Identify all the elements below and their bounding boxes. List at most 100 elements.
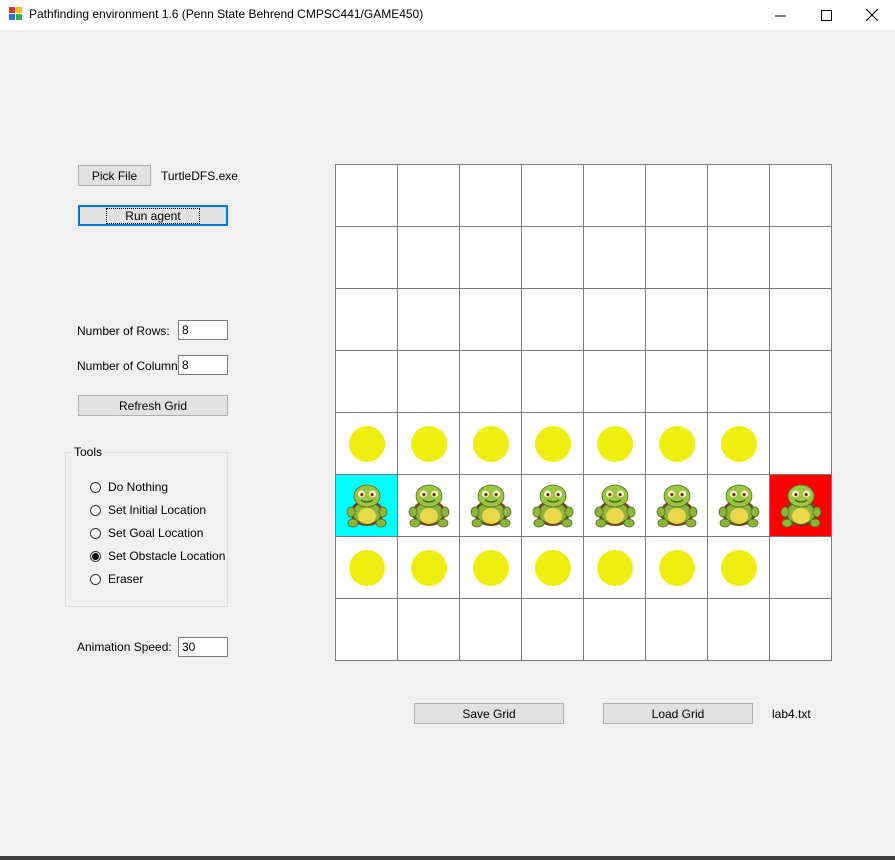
animation-speed-label: Animation Speed:: [77, 640, 172, 654]
turtle-icon: [656, 484, 697, 527]
grid-cell-path[interactable]: [707, 474, 770, 537]
obstacle-ball-icon: [658, 549, 695, 586]
tool-option-set-initial-location[interactable]: Set Initial Location: [90, 502, 206, 518]
grid-cell-obstacle[interactable]: [521, 412, 584, 475]
grid-cell[interactable]: [459, 226, 522, 289]
save-grid-button[interactable]: Save Grid: [414, 703, 564, 724]
grid-cell-goal[interactable]: [769, 474, 832, 537]
radio-button-icon[interactable]: [90, 573, 101, 585]
grid-cell[interactable]: [521, 350, 584, 413]
grid-cell[interactable]: [583, 350, 646, 413]
grid-cell-start[interactable]: [335, 474, 398, 537]
refresh-grid-button[interactable]: Refresh Grid: [78, 395, 228, 416]
grid-cell-obstacle[interactable]: [335, 536, 398, 599]
grid-cell-path[interactable]: [397, 474, 460, 537]
grid-cell-path[interactable]: [583, 474, 646, 537]
radio-button-icon[interactable]: [90, 504, 101, 516]
grid-cell[interactable]: [769, 226, 832, 289]
grid-cell-obstacle[interactable]: [707, 536, 770, 599]
run-agent-button[interactable]: Run agent: [78, 205, 228, 226]
grid-cell-obstacle[interactable]: [459, 536, 522, 599]
grid-cell[interactable]: [645, 598, 708, 661]
maximize-button[interactable]: [803, 0, 849, 30]
grid-cell[interactable]: [521, 226, 584, 289]
grid-cell[interactable]: [583, 598, 646, 661]
maximize-icon: [820, 9, 832, 21]
grid-cell-obstacle[interactable]: [645, 536, 708, 599]
animation-speed-input[interactable]: 30: [178, 637, 228, 657]
grid-cell[interactable]: [397, 288, 460, 351]
grid-cell[interactable]: [645, 226, 708, 289]
grid-cell[interactable]: [769, 412, 832, 475]
grid-cell-path[interactable]: [645, 474, 708, 537]
grid-cell-obstacle[interactable]: [583, 412, 646, 475]
grid-cell[interactable]: [521, 164, 584, 227]
grid-cell[interactable]: [459, 598, 522, 661]
grid-cell[interactable]: [769, 536, 832, 599]
obstacle-ball-icon: [348, 549, 385, 586]
radio-button-icon[interactable]: [90, 550, 101, 562]
grid-cell-obstacle[interactable]: [397, 536, 460, 599]
grid-cell[interactable]: [583, 226, 646, 289]
tool-option-eraser[interactable]: Eraser: [90, 571, 143, 587]
grid-cell[interactable]: [707, 226, 770, 289]
grid-cell[interactable]: [769, 164, 832, 227]
grid-cell[interactable]: [335, 288, 398, 351]
grid-cell-path[interactable]: [459, 474, 522, 537]
tool-option-label: Set Goal Location: [108, 526, 204, 540]
grid-cell[interactable]: [459, 350, 522, 413]
grid-cell[interactable]: [645, 350, 708, 413]
grid-cell[interactable]: [769, 598, 832, 661]
grid-cell-obstacle[interactable]: [459, 412, 522, 475]
tool-option-set-obstacle-location[interactable]: Set Obstacle Location: [90, 548, 225, 564]
grid-cell[interactable]: [707, 164, 770, 227]
grid-cell[interactable]: [645, 288, 708, 351]
grid-cell[interactable]: [335, 350, 398, 413]
grid-cell[interactable]: [397, 164, 460, 227]
obstacle-ball-icon: [410, 425, 447, 462]
grid-cell[interactable]: [335, 164, 398, 227]
turtle-icon: [470, 484, 511, 527]
obstacle-ball-icon: [472, 425, 509, 462]
grid-cell[interactable]: [583, 288, 646, 351]
load-grid-button[interactable]: Load Grid: [603, 703, 753, 724]
grid-cell[interactable]: [397, 598, 460, 661]
grid-cell[interactable]: [459, 288, 522, 351]
grid-cell[interactable]: [707, 288, 770, 351]
tool-option-do-nothing[interactable]: Do Nothing: [90, 479, 168, 495]
tool-option-set-goal-location[interactable]: Set Goal Location: [90, 525, 203, 541]
grid-cell[interactable]: [769, 350, 832, 413]
turtle-icon: [780, 484, 821, 527]
grid-cell-obstacle[interactable]: [583, 536, 646, 599]
grid-cell[interactable]: [459, 164, 522, 227]
radio-button-icon[interactable]: [90, 527, 101, 539]
pathfinding-grid[interactable]: [335, 164, 832, 661]
grid-cell-obstacle[interactable]: [335, 412, 398, 475]
minimize-button[interactable]: [757, 0, 803, 30]
close-button[interactable]: [849, 0, 895, 30]
grid-cell-obstacle[interactable]: [645, 412, 708, 475]
turtle-icon: [718, 484, 759, 527]
rows-input[interactable]: 8: [178, 320, 228, 340]
radio-button-icon[interactable]: [90, 481, 101, 493]
grid-cell[interactable]: [769, 288, 832, 351]
obstacle-ball-icon: [534, 425, 571, 462]
grid-cell[interactable]: [397, 226, 460, 289]
grid-cell[interactable]: [707, 350, 770, 413]
turtle-icon: [408, 484, 449, 527]
grid-cell[interactable]: [707, 598, 770, 661]
grid-cell-obstacle[interactable]: [521, 536, 584, 599]
turtle-icon: [594, 484, 635, 527]
grid-cell[interactable]: [397, 350, 460, 413]
pick-file-button[interactable]: Pick File: [78, 165, 151, 186]
grid-cell[interactable]: [521, 288, 584, 351]
grid-cell-path[interactable]: [521, 474, 584, 537]
grid-cell[interactable]: [583, 164, 646, 227]
grid-cell-obstacle[interactable]: [707, 412, 770, 475]
columns-input[interactable]: 8: [178, 355, 228, 375]
grid-cell[interactable]: [521, 598, 584, 661]
grid-cell[interactable]: [335, 598, 398, 661]
grid-cell-obstacle[interactable]: [397, 412, 460, 475]
grid-cell[interactable]: [335, 226, 398, 289]
grid-cell[interactable]: [645, 164, 708, 227]
